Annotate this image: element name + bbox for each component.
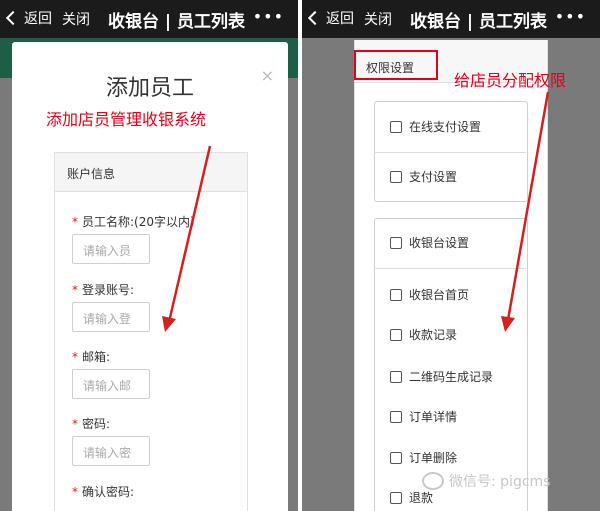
arrow-annotation (501, 91, 550, 332)
right-screen: 返回 关闭 收银台 | 员工列表 ••• 权限设置 给店员分配权限 在线支付设置… (302, 0, 600, 511)
watermark: 微信号: pigcms (422, 471, 550, 491)
arrow-annotation (162, 145, 212, 332)
left-screen: 返回 关闭 收银台 | 员工列表 ••• 添加员工 × 账户信息 添加店员管理收… (0, 0, 298, 511)
watermark-text: 微信号: pigcms (449, 474, 551, 490)
wechat-icon (422, 472, 444, 490)
